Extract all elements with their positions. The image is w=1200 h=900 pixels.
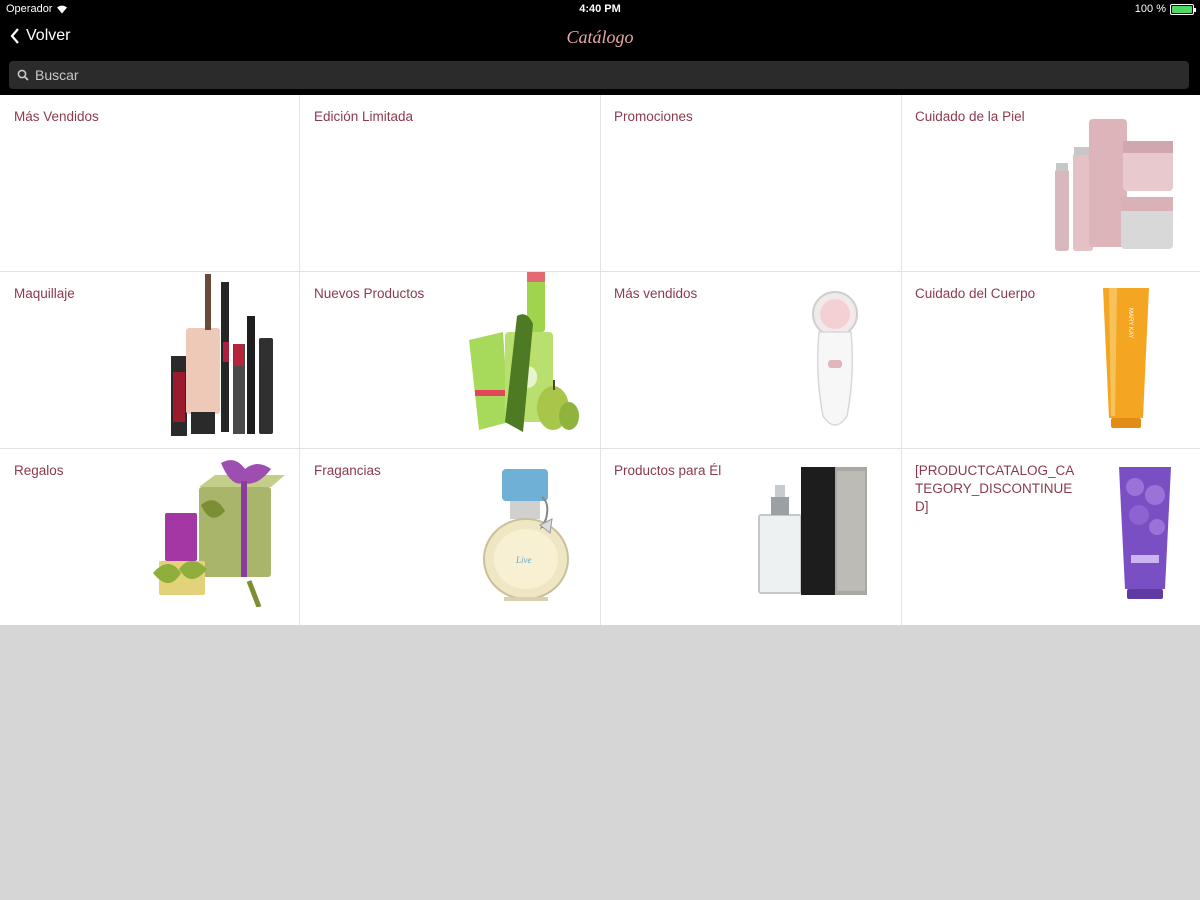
search-placeholder: Buscar [35, 67, 79, 83]
cleansing-brush-image [812, 291, 858, 426]
gift-boxes-image [153, 460, 285, 607]
battery-indicator: 100 % [1134, 3, 1196, 15]
category-grid: Más Vendidos Edición Limitada Promocione… [0, 95, 1200, 625]
category-tile-maquillaje[interactable]: Maquillaje [0, 272, 300, 449]
body-lotion-tube-image: MARY KAY [1103, 288, 1149, 428]
svg-text:Live: Live [515, 555, 532, 565]
grid-divider [0, 271, 1200, 272]
category-tile-mas-vendidos[interactable]: Más Vendidos [0, 95, 300, 272]
grid-divider [901, 95, 902, 625]
search-input[interactable]: Buscar [9, 61, 1189, 89]
battery-percent: 100 % [1134, 3, 1166, 15]
page-title: Catálogo [566, 27, 634, 47]
category-tile-discontinued[interactable]: [PRODUCTCATALOG_CATEGORY_DISCONTINUED] [901, 449, 1200, 625]
category-label: Más vendidos [614, 286, 698, 301]
status-bar: Operador 4:40 PM 100 % [0, 0, 1200, 20]
navigation-bar: Volver Catálogo [0, 20, 1200, 56]
category-tile-cuidado-cuerpo[interactable]: Cuidado del Cuerpo MARY KAY [901, 272, 1200, 449]
purple-tube-image [1119, 467, 1171, 599]
category-tile-regalos[interactable]: Regalos [0, 449, 300, 625]
perfume-bottle-image: Live [483, 469, 569, 601]
category-label: Promociones [614, 109, 693, 124]
category-tile-productos-para-el[interactable]: Productos para Él [600, 449, 900, 625]
category-tile-edicion-limitada[interactable]: Edición Limitada [300, 95, 600, 272]
category-label: Maquillaje [14, 286, 75, 301]
category-tile-fragancias[interactable]: Fragancias Live [300, 449, 600, 625]
mens-fragrance-image [758, 467, 867, 595]
status-time: 4:40 PM [579, 3, 621, 15]
battery-level-fill [1172, 5, 1192, 13]
search-icon [17, 69, 29, 81]
category-label: Más Vendidos [14, 109, 99, 124]
svg-text:MARY KAY: MARY KAY [1127, 308, 1133, 338]
category-label: Nuevos Productos [314, 286, 425, 301]
makeup-products-image [171, 274, 273, 436]
grid-divider [299, 95, 300, 625]
category-tile-promociones[interactable]: Promociones [600, 95, 900, 272]
category-label: Fragancias [314, 463, 381, 478]
category-label: Cuidado del Cuerpo [915, 286, 1036, 301]
battery-icon [1170, 3, 1196, 15]
grid-divider [600, 95, 601, 625]
category-tile-mas-vendidos-2[interactable]: Más vendidos [600, 272, 900, 449]
category-label: Edición Limitada [314, 109, 414, 124]
grid-divider [0, 448, 1200, 449]
skincare-products-image [1055, 119, 1173, 251]
category-tile-nuevos-productos[interactable]: Nuevos Productos [300, 272, 600, 449]
category-label: [PRODUCTCATALOG_CATEGORY_DISCONTINUED] [915, 463, 1075, 514]
new-products-image [469, 272, 579, 432]
search-bar: Buscar [0, 56, 1200, 95]
category-tile-cuidado-piel[interactable]: Cuidado de la Piel [901, 95, 1200, 272]
